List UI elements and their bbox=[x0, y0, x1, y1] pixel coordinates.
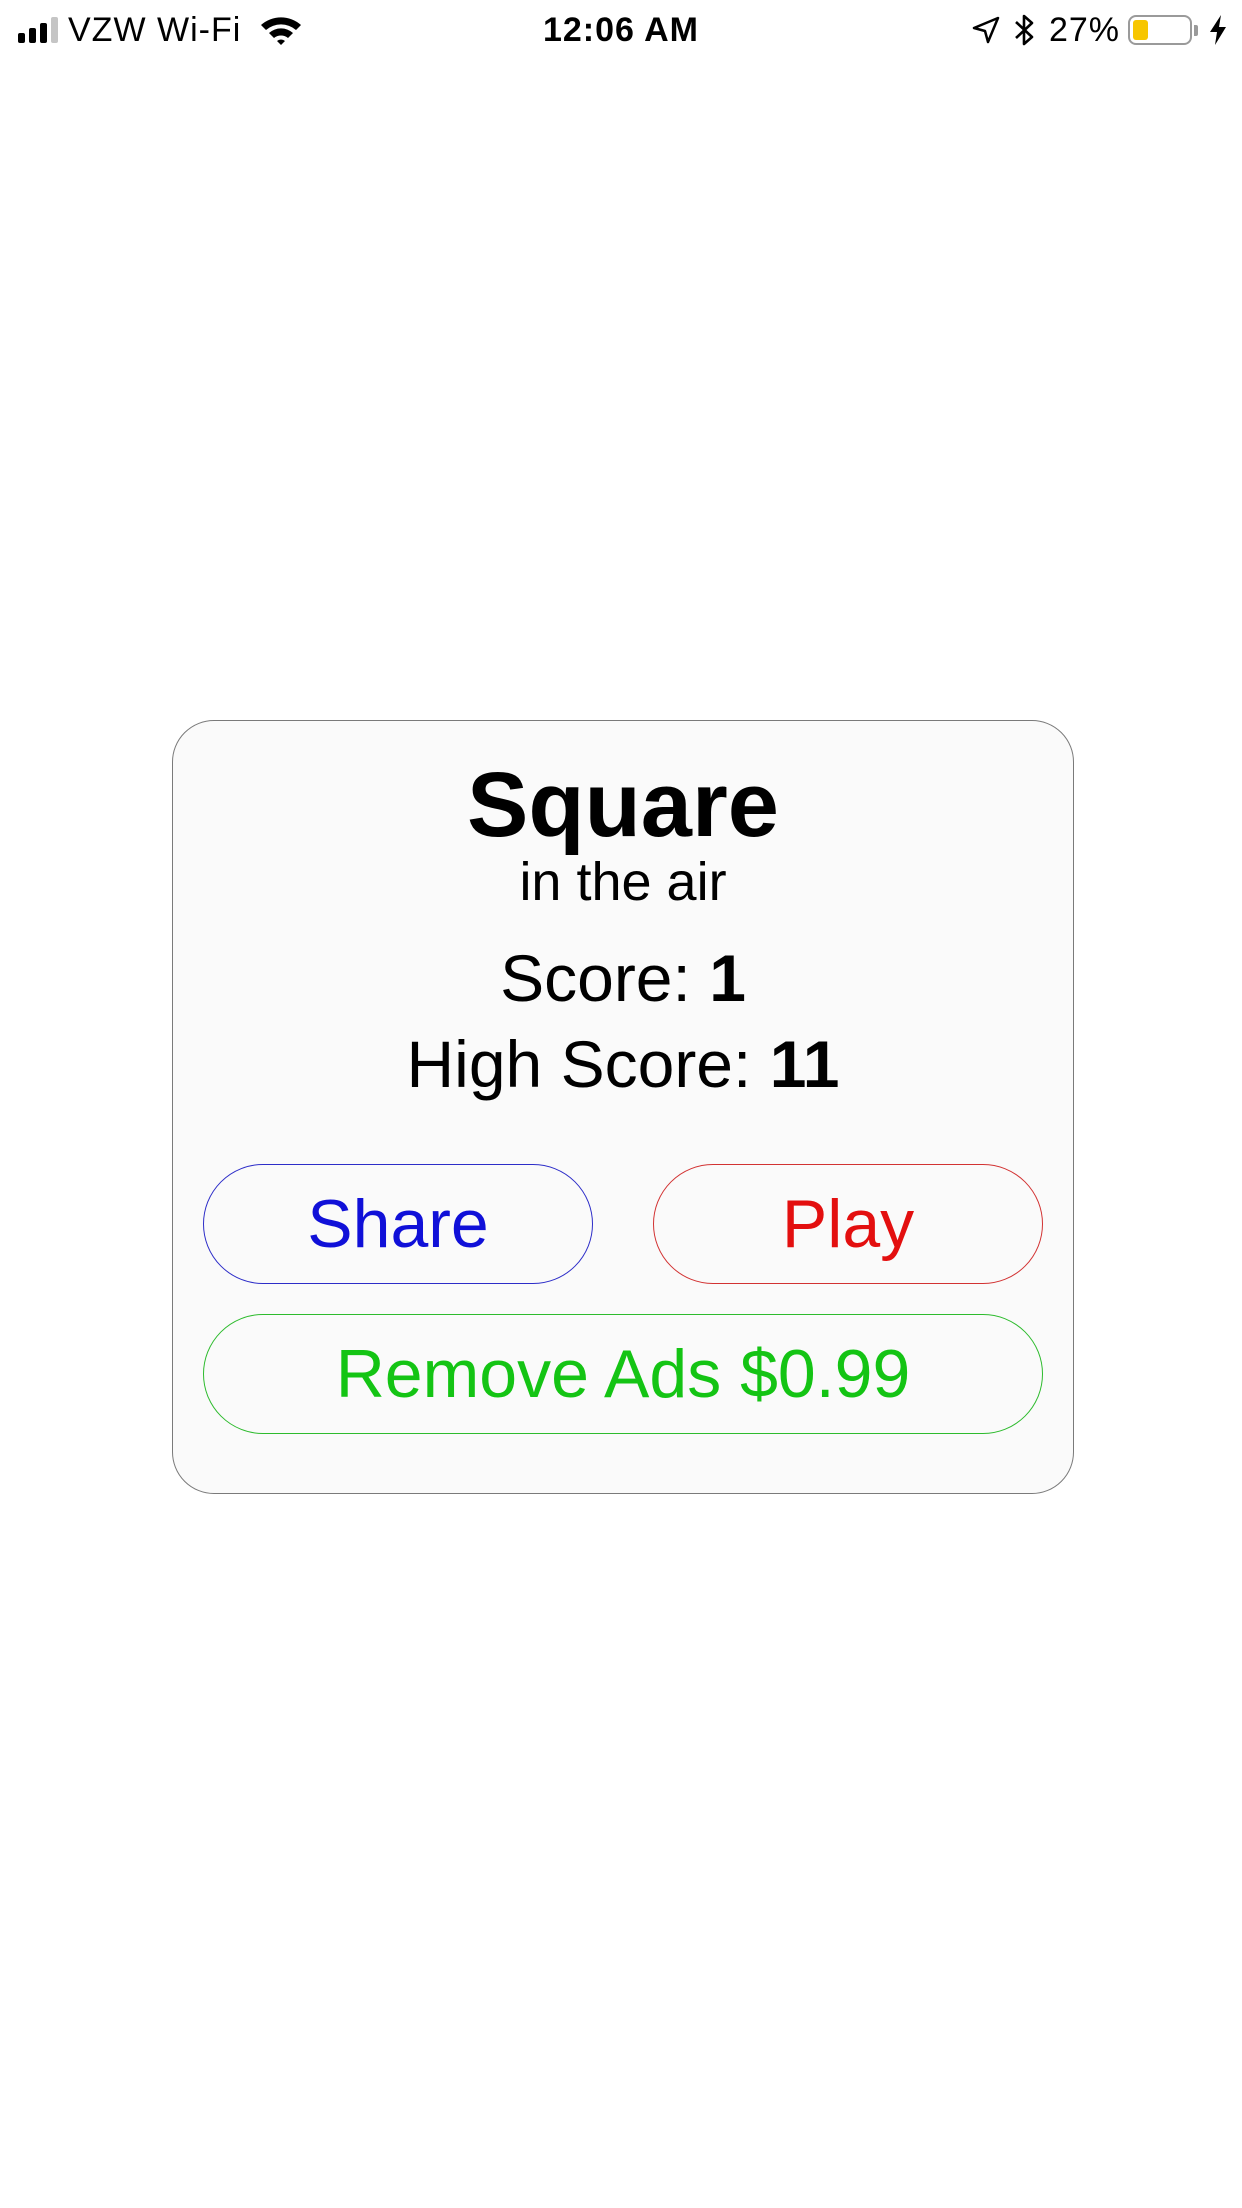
charging-bolt-icon bbox=[1208, 14, 1228, 46]
score-label: Score: bbox=[500, 941, 710, 1015]
remove-ads-button[interactable]: Remove Ads $0.99 bbox=[203, 1314, 1043, 1434]
game-over-card: Square in the air Score: 1 High Score: 1… bbox=[172, 720, 1074, 1494]
battery-percent: 27% bbox=[1048, 10, 1120, 49]
status-bar: VZW Wi-Fi 12:06 AM 27% bbox=[0, 0, 1242, 60]
high-score-value: 11 bbox=[769, 1027, 840, 1101]
score-line: Score: 1 bbox=[173, 945, 1073, 1011]
high-score-line: High Score: 11 bbox=[173, 1031, 1073, 1097]
battery-icon bbox=[1128, 15, 1192, 45]
battery-fill bbox=[1133, 20, 1148, 40]
share-button[interactable]: Share bbox=[203, 1164, 593, 1284]
bluetooth-icon bbox=[1013, 13, 1035, 47]
game-subtitle: in the air bbox=[519, 852, 727, 912]
game-title: Square bbox=[467, 754, 779, 856]
location-arrow-icon bbox=[971, 15, 1001, 45]
high-score-label: High Score: bbox=[406, 1027, 770, 1101]
status-bar-right: 27% bbox=[971, 8, 1228, 52]
play-button[interactable]: Play bbox=[653, 1164, 1043, 1284]
battery-nub bbox=[1194, 24, 1198, 36]
score-value: 1 bbox=[709, 941, 746, 1015]
